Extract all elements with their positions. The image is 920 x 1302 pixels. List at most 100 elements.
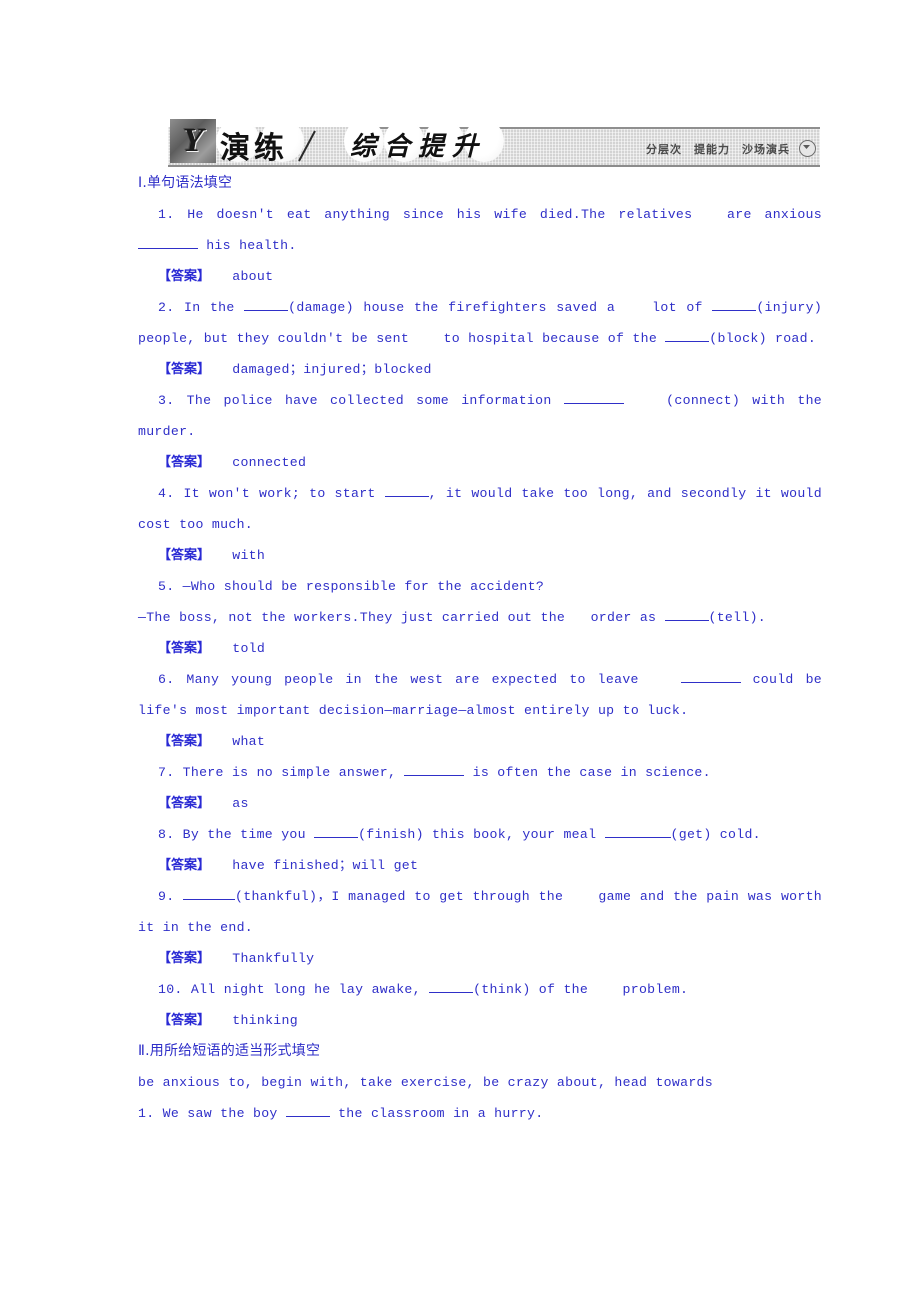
question-number: 10.: [158, 982, 183, 997]
banner-main-title: 演练: [220, 131, 288, 166]
answer-item: 【答案】 damaged；injured；blocked: [0, 354, 920, 385]
answer-label: 【答案】: [158, 951, 211, 966]
question-number: 9.: [158, 889, 175, 904]
question-text: It won't work; to start: [183, 486, 376, 501]
answer-label: 【答案】: [158, 548, 211, 563]
banner-letter-badge: Y: [170, 119, 216, 163]
section-heading-2: Ⅱ.用所给短语的适当形式填空: [138, 1043, 321, 1059]
section-heading-1: Ⅰ.单句语法填空: [138, 175, 233, 191]
fill-in-blank[interactable]: [314, 837, 359, 838]
fill-in-blank[interactable]: [285, 1116, 330, 1117]
question-item: 9. (thankful)，I managed to get through t…: [0, 881, 920, 943]
chevron-down-circle-icon[interactable]: [799, 140, 816, 157]
answer-item: 【答案】 Thankfully: [0, 943, 920, 974]
question-text: In the: [183, 300, 235, 315]
question-text: There is no simple answer,: [182, 765, 397, 780]
fill-in-blank[interactable]: [429, 992, 474, 993]
fill-in-blank[interactable]: [563, 403, 624, 404]
question-text: lot of: [652, 300, 703, 315]
question-text: —Who should be responsible for the accid…: [182, 579, 545, 594]
fill-in-blank[interactable]: [138, 248, 198, 249]
question-number: 5.: [158, 579, 175, 594]
answer-value: with: [232, 548, 266, 563]
banner-badge-letter: Y: [182, 122, 204, 159]
question-text: (finish) this book, your meal: [358, 827, 597, 842]
question-item: 6. Many young people in the west are exp…: [0, 664, 920, 726]
answer-label: 【答案】: [158, 796, 211, 811]
answer-label: 【答案】: [158, 858, 211, 873]
banner-subtitle: 综合提升: [350, 132, 487, 162]
question-number: 4.: [158, 486, 175, 501]
exercise-content: Ⅰ.单句语法填空 1. He doesn't eat anything sinc…: [0, 168, 920, 1129]
question-number: 7.: [158, 765, 175, 780]
answer-item: 【答案】 thinking: [0, 1005, 920, 1036]
question-item: 7. There is no simple answer, is often t…: [0, 757, 920, 788]
question-item: 5. —Who should be responsible for the ac…: [0, 571, 920, 602]
question-text: (damage) house the firefighters saved a: [288, 300, 616, 315]
question-text: (block) road.: [709, 331, 817, 346]
question-text: He doesn't eat anything since his wife d…: [187, 207, 693, 222]
question-text: (thankful)，I managed to get through the: [235, 889, 564, 904]
answer-value: have finished；will get: [232, 858, 419, 873]
question-text: We saw the boy: [162, 1106, 278, 1121]
fill-in-blank[interactable]: [604, 837, 671, 838]
question-item: 4. It won't work; to start , it would ta…: [0, 478, 920, 540]
question-text: the classroom in a hurry.: [338, 1106, 544, 1121]
fill-in-blank[interactable]: [680, 682, 741, 683]
answer-item: 【答案】 with: [0, 540, 920, 571]
answer-value: told: [232, 641, 266, 656]
question-text: By the time you: [182, 827, 306, 842]
question-item: 10. All night long he lay awake, (think)…: [0, 974, 920, 1005]
question-number: 1.: [158, 207, 175, 222]
question-item: 1. We saw the boy the classroom in a hur…: [0, 1098, 920, 1129]
banner-tag-group: 分层次 提能力 沙场演兵: [646, 140, 816, 157]
fill-in-blank[interactable]: [384, 496, 429, 497]
fill-in-blank[interactable]: [244, 310, 289, 311]
answer-label: 【答案】: [158, 269, 211, 284]
fill-in-blank[interactable]: [664, 620, 709, 621]
section-banner: Y 演练 综合提升 分层次 提能力 沙场演兵: [168, 113, 820, 167]
question-text: (tell).: [708, 610, 766, 625]
question-number: 3.: [158, 393, 175, 408]
answer-item: 【答案】 about: [0, 261, 920, 292]
answer-label: 【答案】: [158, 641, 211, 656]
question-number: 1.: [138, 1106, 155, 1121]
question-item: 2. In the (damage) house the firefighter…: [0, 292, 920, 354]
answer-value: Thankfully: [232, 951, 315, 966]
answer-item: 【答案】 as: [0, 788, 920, 819]
answer-value: connected: [232, 455, 307, 470]
answer-label: 【答案】: [158, 362, 211, 377]
question-item: 8. By the time you (finish) this book, y…: [0, 819, 920, 850]
answer-value: as: [232, 796, 249, 811]
answer-value: about: [232, 269, 274, 284]
question-item-continued: —The boss, not the workers.They just car…: [0, 602, 920, 633]
question-text: problem.: [622, 982, 689, 997]
answer-item: 【答案】 told: [0, 633, 920, 664]
answer-value: what: [232, 734, 266, 749]
question-item: 3. The police have collected some inform…: [0, 385, 920, 447]
question-text: order as: [590, 610, 657, 625]
question-text: —The boss, not the workers.They just car…: [138, 610, 566, 625]
question-text: All night long he lay awake,: [190, 982, 421, 997]
answer-value: thinking: [232, 1013, 298, 1028]
question-text: are anxious: [727, 207, 822, 222]
fill-in-blank[interactable]: [183, 899, 236, 900]
fill-in-blank[interactable]: [404, 775, 465, 776]
answer-item: 【答案】 connected: [0, 447, 920, 478]
answer-value: damaged；injured；blocked: [232, 362, 432, 377]
question-text: Many young people in the west are expect…: [186, 672, 639, 687]
answer-item: 【答案】 what: [0, 726, 920, 757]
question-text: (think) of the: [473, 982, 589, 997]
worksheet-page: Y 演练 综合提升 分层次 提能力 沙场演兵 Ⅰ.单句语法填空 1. He do…: [0, 0, 920, 1302]
question-text: his health.: [206, 238, 297, 253]
question-text: The police have collected some informati…: [186, 393, 552, 408]
question-item: 1. He doesn't eat anything since his wif…: [0, 199, 920, 261]
fill-in-blank[interactable]: [665, 341, 710, 342]
question-number: 2.: [158, 300, 175, 315]
answer-label: 【答案】: [158, 734, 211, 749]
question-number: 8.: [158, 827, 175, 842]
answer-label: 【答案】: [158, 1013, 211, 1028]
question-number: 6.: [158, 672, 175, 687]
question-text: (get) cold.: [670, 827, 761, 842]
fill-in-blank[interactable]: [712, 310, 757, 311]
